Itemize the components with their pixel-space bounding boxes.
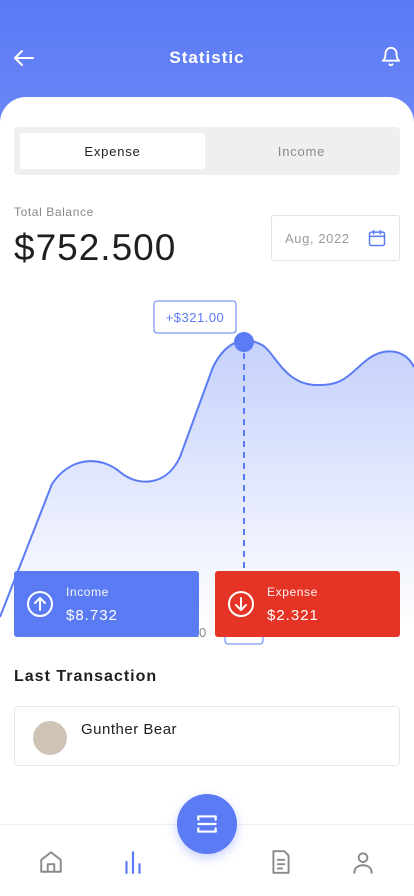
income-card[interactable]: Income $8.732 (14, 571, 199, 637)
profile-icon[interactable] (350, 849, 376, 875)
transaction-item[interactable]: Gunther Bear (14, 706, 400, 766)
document-icon[interactable] (268, 849, 294, 875)
transaction-name: Gunther Bear (81, 721, 178, 738)
tab-expense[interactable]: Expense (20, 133, 205, 169)
tab-income[interactable]: Income (209, 133, 394, 169)
content-sheet: Expense Income Total Balance $752.500 Au… (0, 97, 414, 896)
arrow-down-circle-icon (228, 591, 254, 617)
page-title: Statistic (169, 48, 245, 67)
income-label: Income (66, 585, 109, 599)
summary-cards: Income $8.732 Expense $2.321 (0, 571, 414, 637)
income-value: $8.732 (66, 607, 118, 624)
expense-card[interactable]: Expense $2.321 (215, 571, 400, 637)
avatar (33, 721, 67, 755)
total-balance-label: Total Balance (14, 205, 94, 219)
scan-button[interactable] (177, 794, 237, 854)
arrow-up-circle-icon (27, 591, 53, 617)
expense-label: Expense (267, 585, 318, 599)
type-switch: Expense Income (14, 127, 400, 175)
month-picker[interactable]: Aug, 2022 (271, 215, 400, 261)
calendar-icon (368, 229, 386, 247)
month-picker-value: Aug, 2022 (285, 231, 350, 246)
expense-value: $2.321 (267, 607, 319, 624)
tooltip-value: +$321.00 (166, 310, 225, 325)
selected-point[interactable] (234, 332, 254, 352)
scan-icon (197, 815, 217, 833)
home-icon[interactable] (38, 849, 64, 875)
bell-icon[interactable] (380, 45, 402, 69)
last-transaction-title: Last Transaction (14, 668, 158, 685)
total-balance-amount: $752.500 (14, 227, 177, 268)
chart-icon[interactable] (120, 849, 146, 875)
